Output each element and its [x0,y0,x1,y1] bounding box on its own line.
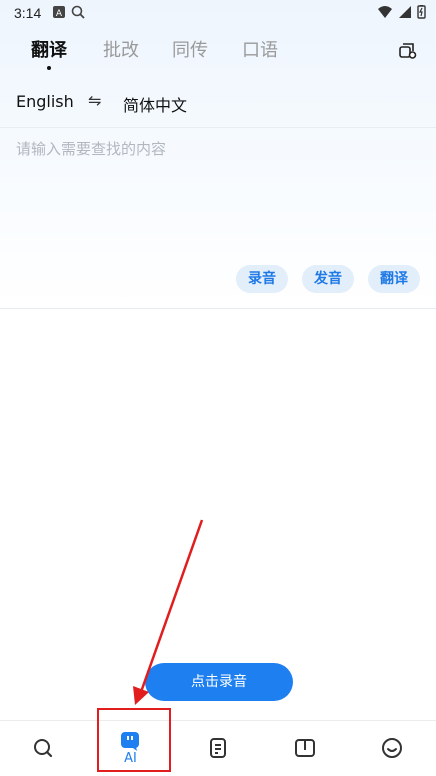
top-tab-bar: 翻译 批改 同传 口语 [0,30,436,74]
status-bar: 3:14 A [0,0,436,26]
bottom-navigation: AI [0,720,436,776]
input-divider [0,308,436,309]
smile-icon [382,738,402,758]
status-time: 3:14 [14,5,42,21]
translation-input[interactable]: 请输入需要查找的内容 录音 发音 翻译 [0,128,436,308]
tab-correct[interactable]: 批改 [103,36,139,62]
input-placeholder: 请输入需要查找的内容 [16,140,167,158]
active-tab-indicator [47,66,51,70]
target-language[interactable]: 简体中文 [123,92,187,116]
search-notification-icon [71,5,85,19]
nav-profile[interactable] [349,721,436,776]
book-icon [295,739,315,757]
nav-search[interactable] [0,721,87,776]
swap-languages-icon[interactable]: ⇋ [88,91,101,110]
tab-simultaneous[interactable]: 同传 [172,36,208,62]
tab-translate[interactable]: 翻译 [31,36,67,62]
tap-to-record-button[interactable]: 点击录音 [145,663,293,701]
svg-text:A: A [56,9,63,19]
translate-button[interactable]: 翻译 [368,265,420,293]
tab-speaking[interactable]: 口语 [242,36,278,62]
device-history-icon[interactable] [398,40,418,60]
record-audio-button[interactable]: 录音 [236,265,288,293]
battery-icon [417,5,426,19]
annotation-highlight-box [97,708,171,772]
wifi-icon [378,6,392,18]
pronounce-button[interactable]: 发音 [302,265,354,293]
notification-a-icon: A [53,6,65,19]
document-icon [210,738,226,758]
signal-icon [399,6,411,18]
source-language[interactable]: English [16,92,74,111]
nav-book[interactable] [262,721,349,776]
search-icon [34,739,53,758]
language-selector-row: English ⇋ 简体中文 [0,84,436,120]
nav-documents[interactable] [175,721,262,776]
